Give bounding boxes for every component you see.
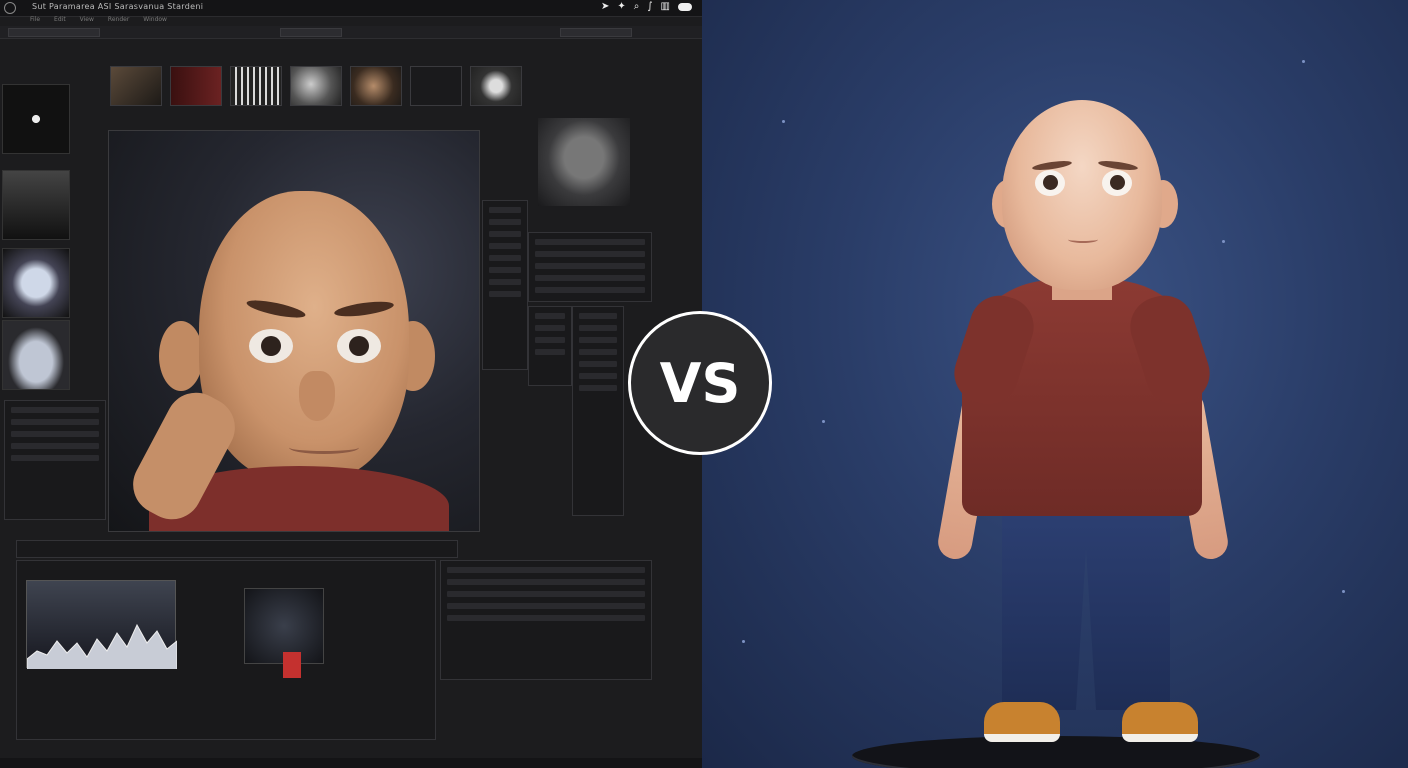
timeline-header — [16, 540, 458, 558]
node-panel — [528, 306, 572, 386]
reference-thumbnail[interactable] — [2, 320, 70, 390]
asset-thumbnail[interactable] — [170, 66, 222, 106]
tab-edit[interactable]: Edit — [54, 16, 66, 26]
preview-thumbnail[interactable] — [538, 118, 630, 206]
asset-thumbnail[interactable] — [230, 66, 282, 106]
character-mouth — [1068, 236, 1098, 243]
waveform-view[interactable] — [26, 580, 178, 669]
toolbar-field[interactable] — [280, 28, 342, 37]
editor-pane: Sut Paramarea ASI Sarasvanua Stardeni ➤ … — [0, 0, 702, 768]
render-showcase — [702, 0, 1408, 768]
vs-badge: VS — [628, 311, 772, 455]
model-ear — [159, 321, 203, 391]
model-mouth — [289, 441, 359, 454]
app-logo-icon[interactable] — [4, 2, 16, 14]
asset-thumbnails — [110, 66, 570, 108]
properties-panel — [528, 232, 652, 302]
asset-thumbnail[interactable] — [110, 66, 162, 106]
asset-thumbnail[interactable] — [410, 66, 462, 106]
character-shoe — [1122, 702, 1198, 742]
menu-tabs: File Edit View Render Window — [0, 16, 702, 26]
asset-thumbnail[interactable] — [290, 66, 342, 106]
layers-panel — [4, 400, 106, 520]
status-bar — [0, 758, 702, 768]
character-pants — [1002, 510, 1170, 710]
asset-thumbnail[interactable] — [350, 66, 402, 106]
tab-view[interactable]: View — [80, 16, 94, 26]
tab-window[interactable]: Window — [143, 16, 167, 26]
reference-thumbnail[interactable] — [2, 170, 70, 240]
reference-thumbnail[interactable] — [2, 84, 70, 154]
model-nose — [299, 371, 335, 421]
search-icon[interactable]: ⌕ — [634, 1, 640, 12]
color-swatch[interactable] — [283, 652, 301, 678]
tab-file[interactable]: File — [30, 16, 40, 26]
model-eye — [249, 329, 293, 363]
character-head — [1002, 100, 1162, 290]
toggle-icon[interactable] — [678, 3, 692, 11]
character-eye — [1035, 170, 1065, 196]
graph-panel — [572, 306, 624, 516]
3d-viewport[interactable] — [108, 130, 480, 532]
menu-bar: Sut Paramarea ASI Sarasvanua Stardeni ➤ … — [0, 0, 702, 17]
toolbar — [0, 26, 702, 39]
toolbar-field[interactable] — [560, 28, 632, 37]
reference-rail — [0, 80, 72, 390]
channel-panel — [440, 560, 652, 680]
arrow-icon[interactable]: ➤ — [601, 1, 609, 12]
character-eye — [1102, 170, 1132, 196]
character-shoe — [984, 702, 1060, 742]
app-title: Sut Paramarea ASI Sarasvanua Stardeni — [32, 2, 204, 11]
tab-render[interactable]: Render — [108, 16, 129, 26]
toolbar-field[interactable] — [8, 28, 100, 37]
tool-panel — [482, 200, 528, 370]
asset-thumbnail[interactable] — [470, 66, 522, 106]
wand-icon[interactable]: ✦ — [617, 1, 625, 12]
menu-tools: ➤ ✦ ⌕ ∫ ▥ — [601, 1, 692, 12]
book-icon[interactable]: ▥ — [661, 1, 670, 12]
reference-thumbnail[interactable] — [2, 248, 70, 318]
graph-icon[interactable]: ∫ — [647, 1, 652, 12]
model-eye — [337, 329, 381, 363]
